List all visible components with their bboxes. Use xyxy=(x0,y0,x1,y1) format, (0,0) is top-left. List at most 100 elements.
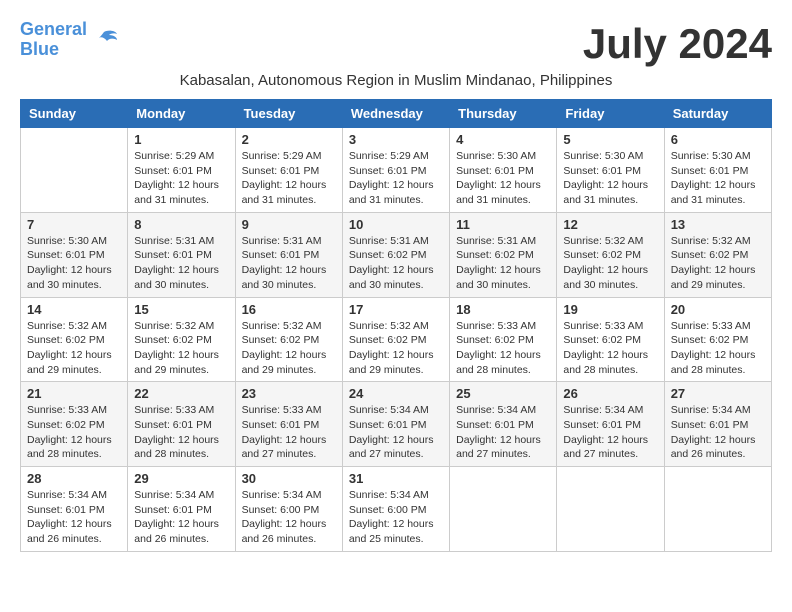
day-info: Sunrise: 5:33 AMSunset: 6:02 PMDaylight:… xyxy=(456,319,550,378)
day-number: 7 xyxy=(27,217,121,232)
day-number: 13 xyxy=(671,217,765,232)
calendar-cell: 2 Sunrise: 5:29 AMSunset: 6:01 PMDaylight… xyxy=(235,128,342,213)
day-number: 29 xyxy=(134,471,228,486)
logo-bird-icon xyxy=(89,28,119,52)
calendar-cell: 9 Sunrise: 5:31 AMSunset: 6:01 PMDaylight… xyxy=(235,212,342,297)
day-info: Sunrise: 5:34 AMSunset: 6:01 PMDaylight:… xyxy=(27,488,121,547)
logo-text: General Blue xyxy=(20,20,87,60)
day-number: 28 xyxy=(27,471,121,486)
calendar-cell: 20 Sunrise: 5:33 AMSunset: 6:02 PMDayligh… xyxy=(664,297,771,382)
day-info: Sunrise: 5:32 AMSunset: 6:02 PMDaylight:… xyxy=(134,319,228,378)
calendar-cell: 15 Sunrise: 5:32 AMSunset: 6:02 PMDayligh… xyxy=(128,297,235,382)
calendar-cell: 1 Sunrise: 5:29 AMSunset: 6:01 PMDaylight… xyxy=(128,128,235,213)
day-info: Sunrise: 5:32 AMSunset: 6:02 PMDaylight:… xyxy=(563,234,657,293)
day-info: Sunrise: 5:34 AMSunset: 6:01 PMDaylight:… xyxy=(349,403,443,462)
calendar-cell: 30Sunrise: 5:34 AMSunset: 6:00 PMDayligh… xyxy=(235,467,342,552)
calendar-cell: 5Sunrise: 5:30 AMSunset: 6:01 PMDaylight… xyxy=(557,128,664,213)
calendar-cell: 28 Sunrise: 5:34 AMSunset: 6:01 PMDayligh… xyxy=(21,467,128,552)
day-info: Sunrise: 5:29 AMSunset: 6:01 PMDaylight:… xyxy=(134,149,228,208)
day-number: 2 xyxy=(242,132,336,147)
day-number: 4 xyxy=(456,132,550,147)
day-info: Sunrise: 5:34 AMSunset: 6:01 PMDaylight:… xyxy=(671,403,765,462)
day-info: Sunrise: 5:31 AMSunset: 6:01 PMDaylight:… xyxy=(242,234,336,293)
day-info: Sunrise: 5:31 AMSunset: 6:02 PMDaylight:… xyxy=(456,234,550,293)
day-info: Sunrise: 5:32 AMSunset: 6:02 PMDaylight:… xyxy=(27,319,121,378)
day-of-week-header: Sunday xyxy=(21,100,128,128)
day-number: 26 xyxy=(563,386,657,401)
calendar-cell xyxy=(21,128,128,213)
location-subtitle: Kabasalan, Autonomous Region in Muslim M… xyxy=(20,72,772,89)
calendar-cell: 17 Sunrise: 5:32 AMSunset: 6:02 PMDayligh… xyxy=(342,297,449,382)
calendar-cell: 6 Sunrise: 5:30 AMSunset: 6:01 PMDaylight… xyxy=(664,128,771,213)
day-info: Sunrise: 5:34 AMSunset: 6:00 PMDaylight:… xyxy=(349,488,443,547)
day-number: 1 xyxy=(134,132,228,147)
day-number: 21 xyxy=(27,386,121,401)
calendar-cell: 13 Sunrise: 5:32 AMSunset: 6:02 PMDayligh… xyxy=(664,212,771,297)
day-info: Sunrise: 5:33 AMSunset: 6:01 PMDaylight:… xyxy=(134,403,228,462)
calendar-cell: 25 Sunrise: 5:34 AMSunset: 6:01 PMDayligh… xyxy=(450,382,557,467)
day-info: Sunrise: 5:34 AMSunset: 6:01 PMDaylight:… xyxy=(134,488,228,547)
calendar-cell xyxy=(557,467,664,552)
calendar-cell: 26 Sunrise: 5:34 AMSunset: 6:01 PMDayligh… xyxy=(557,382,664,467)
day-number: 15 xyxy=(134,302,228,317)
calendar-week-row: 14 Sunrise: 5:32 AMSunset: 6:02 PMDayligh… xyxy=(21,297,772,382)
calendar-cell: 22Sunrise: 5:33 AMSunset: 6:01 PMDayligh… xyxy=(128,382,235,467)
day-info: Sunrise: 5:30 AMSunset: 6:01 PMDaylight:… xyxy=(27,234,121,293)
day-number: 6 xyxy=(671,132,765,147)
day-info: Sunrise: 5:31 AMSunset: 6:01 PMDaylight:… xyxy=(134,234,228,293)
calendar-header-row: SundayMondayTuesdayWednesdayThursdayFrid… xyxy=(21,100,772,128)
calendar-week-row: 1 Sunrise: 5:29 AMSunset: 6:01 PMDaylight… xyxy=(21,128,772,213)
calendar-week-row: 28 Sunrise: 5:34 AMSunset: 6:01 PMDayligh… xyxy=(21,467,772,552)
day-number: 24 xyxy=(349,386,443,401)
day-number: 27 xyxy=(671,386,765,401)
calendar-cell: 14 Sunrise: 5:32 AMSunset: 6:02 PMDayligh… xyxy=(21,297,128,382)
calendar-cell: 23Sunrise: 5:33 AMSunset: 6:01 PMDayligh… xyxy=(235,382,342,467)
calendar-week-row: 21Sunrise: 5:33 AMSunset: 6:02 PMDayligh… xyxy=(21,382,772,467)
day-info: Sunrise: 5:32 AMSunset: 6:02 PMDaylight:… xyxy=(242,319,336,378)
day-number: 9 xyxy=(242,217,336,232)
day-number: 30 xyxy=(242,471,336,486)
calendar-cell xyxy=(450,467,557,552)
calendar-cell: 21Sunrise: 5:33 AMSunset: 6:02 PMDayligh… xyxy=(21,382,128,467)
day-of-week-header: Thursday xyxy=(450,100,557,128)
day-info: Sunrise: 5:33 AMSunset: 6:02 PMDaylight:… xyxy=(671,319,765,378)
calendar-cell: 16 Sunrise: 5:32 AMSunset: 6:02 PMDayligh… xyxy=(235,297,342,382)
day-info: Sunrise: 5:33 AMSunset: 6:02 PMDaylight:… xyxy=(563,319,657,378)
day-info: Sunrise: 5:33 AMSunset: 6:01 PMDaylight:… xyxy=(242,403,336,462)
day-of-week-header: Friday xyxy=(557,100,664,128)
day-number: 3 xyxy=(349,132,443,147)
day-number: 25 xyxy=(456,386,550,401)
calendar-cell: 12 Sunrise: 5:32 AMSunset: 6:02 PMDayligh… xyxy=(557,212,664,297)
calendar-cell: 4 Sunrise: 5:30 AMSunset: 6:01 PMDaylight… xyxy=(450,128,557,213)
day-info: Sunrise: 5:29 AMSunset: 6:01 PMDaylight:… xyxy=(242,149,336,208)
day-info: Sunrise: 5:30 AMSunset: 6:01 PMDaylight:… xyxy=(563,149,657,208)
day-number: 16 xyxy=(242,302,336,317)
calendar-cell: 18Sunrise: 5:33 AMSunset: 6:02 PMDayligh… xyxy=(450,297,557,382)
day-info: Sunrise: 5:32 AMSunset: 6:02 PMDaylight:… xyxy=(671,234,765,293)
calendar-cell: 24 Sunrise: 5:34 AMSunset: 6:01 PMDayligh… xyxy=(342,382,449,467)
day-number: 10 xyxy=(349,217,443,232)
day-number: 12 xyxy=(563,217,657,232)
day-of-week-header: Saturday xyxy=(664,100,771,128)
day-info: Sunrise: 5:34 AMSunset: 6:01 PMDaylight:… xyxy=(563,403,657,462)
day-info: Sunrise: 5:29 AMSunset: 6:01 PMDaylight:… xyxy=(349,149,443,208)
day-number: 17 xyxy=(349,302,443,317)
day-number: 31 xyxy=(349,471,443,486)
day-number: 11 xyxy=(456,217,550,232)
calendar-cell: 8Sunrise: 5:31 AMSunset: 6:01 PMDaylight… xyxy=(128,212,235,297)
day-info: Sunrise: 5:32 AMSunset: 6:02 PMDaylight:… xyxy=(349,319,443,378)
day-info: Sunrise: 5:30 AMSunset: 6:01 PMDaylight:… xyxy=(456,149,550,208)
calendar-cell: 10Sunrise: 5:31 AMSunset: 6:02 PMDayligh… xyxy=(342,212,449,297)
day-info: Sunrise: 5:30 AMSunset: 6:01 PMDaylight:… xyxy=(671,149,765,208)
month-title-section: July 2024 xyxy=(583,20,772,68)
day-info: Sunrise: 5:34 AMSunset: 6:01 PMDaylight:… xyxy=(456,403,550,462)
day-number: 20 xyxy=(671,302,765,317)
day-number: 14 xyxy=(27,302,121,317)
logo: General Blue xyxy=(20,20,119,60)
day-of-week-header: Monday xyxy=(128,100,235,128)
calendar-cell: 29 Sunrise: 5:34 AMSunset: 6:01 PMDayligh… xyxy=(128,467,235,552)
month-year-title: July 2024 xyxy=(583,20,772,68)
day-number: 19 xyxy=(563,302,657,317)
calendar-cell: 27 Sunrise: 5:34 AMSunset: 6:01 PMDayligh… xyxy=(664,382,771,467)
calendar-week-row: 7 Sunrise: 5:30 AMSunset: 6:01 PMDaylight… xyxy=(21,212,772,297)
